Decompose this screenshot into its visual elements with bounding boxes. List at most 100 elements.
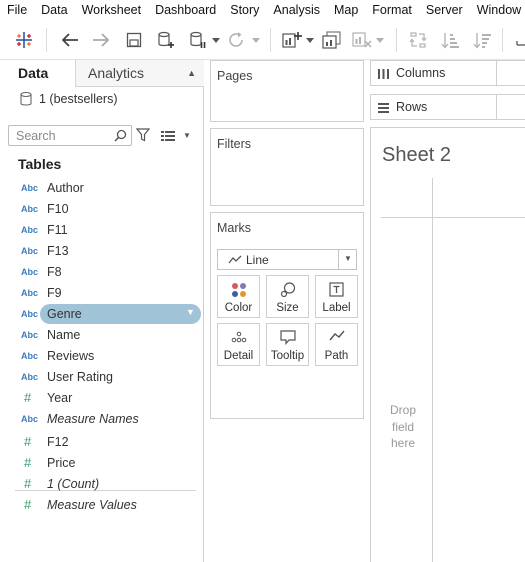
size-icon bbox=[267, 282, 308, 298]
database-icon bbox=[20, 92, 32, 106]
drop-hint-line-3: here bbox=[390, 436, 416, 450]
tableau-logo-icon[interactable] bbox=[12, 28, 36, 52]
view-options-icon[interactable] bbox=[161, 130, 175, 144]
string-type-icon: Abc bbox=[21, 182, 39, 193]
dimension-field-f13[interactable]: Abc F13 bbox=[0, 240, 204, 261]
menu-map[interactable]: Map bbox=[327, 0, 365, 20]
menu-dashboard[interactable]: Dashboard bbox=[148, 0, 223, 20]
field-chevron-down-icon[interactable]: ▼ bbox=[186, 307, 195, 317]
datasource-item[interactable]: 1 (bestsellers) bbox=[20, 92, 118, 106]
columns-drop-zone[interactable] bbox=[496, 60, 525, 86]
measure-field-measure-values[interactable]: # Measure Values bbox=[0, 494, 204, 515]
mark-type-label: Line bbox=[246, 253, 269, 267]
field-name: Genre bbox=[47, 306, 82, 321]
clear-dropdown-chevron-down-icon[interactable] bbox=[374, 28, 386, 52]
field-name: Measure Values bbox=[47, 497, 137, 512]
menu-window[interactable]: Window bbox=[470, 0, 525, 20]
numeric-type-icon: # bbox=[24, 434, 32, 449]
filter-icon[interactable] bbox=[135, 128, 151, 145]
path-icon bbox=[316, 330, 357, 342]
data-pane: Data Analytics ▲ 1 (bestsellers) Search … bbox=[0, 60, 204, 562]
refresh-icon[interactable] bbox=[224, 28, 248, 52]
menu-story[interactable]: Story bbox=[223, 0, 266, 20]
measure-field-price[interactable]: # Price bbox=[0, 452, 204, 473]
pane-toggle-icon[interactable]: ▲ bbox=[187, 60, 196, 86]
measure-field-1-count[interactable]: #1 (Count) bbox=[0, 473, 204, 494]
dimension-field-genre[interactable]: Abc Genre ▼ bbox=[0, 303, 204, 324]
field-name: F11 bbox=[47, 222, 68, 237]
swap-rows-columns-icon[interactable] bbox=[406, 28, 430, 52]
menu-file[interactable]: File bbox=[0, 0, 34, 20]
worksheet-dropdown-chevron-down-icon[interactable] bbox=[304, 28, 316, 52]
filters-card[interactable]: Filters bbox=[210, 128, 364, 206]
dimension-field-user-rating[interactable]: Abc User Rating bbox=[0, 366, 204, 387]
sort-descending-icon[interactable] bbox=[470, 28, 494, 52]
redo-icon[interactable] bbox=[89, 28, 113, 52]
tooltip-button[interactable]: Tooltip bbox=[266, 323, 309, 366]
pages-card[interactable]: Pages bbox=[210, 60, 364, 122]
menu-server[interactable]: Server bbox=[419, 0, 470, 20]
rows-drop-zone[interactable] bbox=[496, 94, 525, 120]
string-type-icon: Abc bbox=[21, 308, 39, 319]
clear-sheet-icon[interactable] bbox=[350, 28, 374, 52]
field-name: F8 bbox=[47, 264, 62, 279]
color-icon bbox=[218, 282, 259, 298]
refresh-dropdown-chevron-down-icon[interactable] bbox=[250, 28, 262, 52]
tab-analytics[interactable]: Analytics ▲ bbox=[76, 60, 204, 86]
detail-label: Detail bbox=[223, 350, 254, 362]
dimension-field-year[interactable]: # Year bbox=[0, 387, 204, 408]
search-placeholder: Search bbox=[16, 129, 56, 143]
string-type-icon: Abc bbox=[21, 287, 39, 298]
new-datasource-icon[interactable] bbox=[154, 28, 178, 52]
marks-card: Marks Line ▼ Color Size Label Detail Too… bbox=[210, 212, 364, 419]
search-input[interactable]: Search bbox=[8, 125, 132, 146]
measure-field-f12[interactable]: # F12 bbox=[0, 431, 204, 452]
view-options-chevron-down-icon[interactable]: ▼ bbox=[183, 131, 191, 140]
dimension-field-f11[interactable]: Abc F11 bbox=[0, 219, 204, 240]
menu-worksheet[interactable]: Worksheet bbox=[75, 0, 149, 20]
rows-shelf[interactable]: Rows bbox=[370, 94, 525, 120]
toolbar-overflow-icon[interactable] bbox=[511, 28, 525, 52]
mark-type-dropdown[interactable]: Line ▼ bbox=[217, 249, 357, 270]
dimension-field-name[interactable]: Abc Name bbox=[0, 324, 204, 345]
columns-shelf[interactable]: Columns bbox=[370, 60, 525, 86]
dimension-field-f10[interactable]: Abc F10 bbox=[0, 198, 204, 219]
undo-icon[interactable] bbox=[58, 28, 82, 52]
menu-analysis[interactable]: Analysis bbox=[266, 0, 327, 20]
color-button[interactable]: Color bbox=[217, 275, 260, 318]
dimension-field-author[interactable]: Abc Author bbox=[0, 177, 204, 198]
label-button[interactable]: Label bbox=[315, 275, 358, 318]
path-button[interactable]: Path bbox=[315, 323, 358, 366]
menu-format[interactable]: Format bbox=[365, 0, 419, 20]
numeric-type-icon: # bbox=[24, 476, 32, 491]
detail-icon bbox=[218, 330, 259, 344]
pause-updates-icon[interactable] bbox=[186, 28, 210, 52]
save-icon[interactable] bbox=[122, 28, 146, 52]
dimension-field-f8[interactable]: Abc F8 bbox=[0, 261, 204, 282]
dimension-field-f9[interactable]: Abc F9 bbox=[0, 282, 204, 303]
drop-field-hint[interactable]: Drop field here bbox=[383, 402, 423, 452]
filters-title: Filters bbox=[217, 137, 252, 151]
tab-data[interactable]: Data bbox=[0, 60, 76, 87]
columns-icon bbox=[378, 68, 389, 82]
sort-ascending-icon[interactable] bbox=[438, 28, 462, 52]
string-type-icon: Abc bbox=[21, 350, 39, 361]
new-worksheet-icon[interactable] bbox=[280, 28, 304, 52]
field-name: Name bbox=[47, 327, 81, 342]
field-name: F9 bbox=[47, 285, 62, 300]
worksheet-view[interactable]: Sheet 2 Drop field here bbox=[370, 127, 525, 562]
detail-button[interactable]: Detail bbox=[217, 323, 260, 366]
menu-bar: File Data Worksheet Dashboard Story Anal… bbox=[0, 0, 525, 20]
label-label: Label bbox=[322, 302, 351, 314]
size-label: Size bbox=[276, 302, 299, 314]
pause-dropdown-chevron-down-icon[interactable] bbox=[210, 28, 222, 52]
menu-data[interactable]: Data bbox=[34, 0, 74, 20]
duplicate-sheet-icon[interactable] bbox=[320, 28, 344, 52]
dimension-field-reviews[interactable]: Abc Reviews bbox=[0, 345, 204, 366]
size-button[interactable]: Size bbox=[266, 275, 309, 318]
sheet-title[interactable]: Sheet 2 bbox=[382, 144, 451, 167]
tab-analytics-label: Analytics bbox=[88, 65, 145, 81]
dimension-field-measure-names[interactable]: Abc Measure Names bbox=[0, 408, 204, 429]
field-name: Measure Names bbox=[47, 411, 139, 426]
tooltip-icon bbox=[267, 330, 308, 345]
